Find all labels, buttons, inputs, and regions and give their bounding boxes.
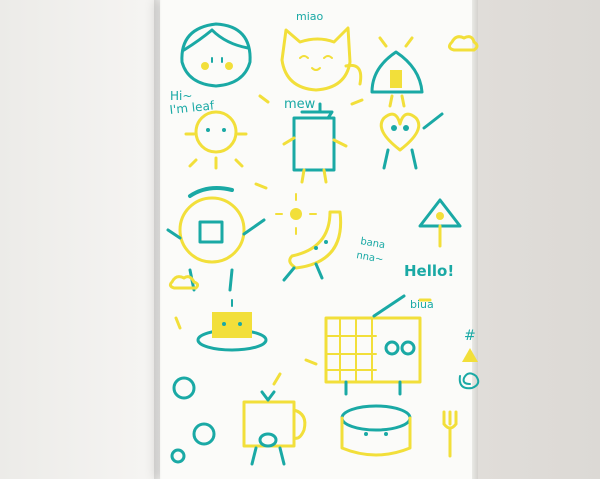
- tofu-ufo-doodle: [196, 299, 268, 352]
- small-sun-doodle: [275, 193, 317, 235]
- heart-face-doodle: [379, 112, 444, 170]
- cake-doodle: [340, 404, 412, 457]
- doodle-illustrations: miao Hi~ I'm leaf mew bana nna~ Hello! b…: [166, 10, 480, 466]
- cat-face-doodle: [280, 26, 363, 92]
- label-miao: miao: [296, 10, 324, 23]
- label-hello: Hello!: [404, 262, 454, 280]
- label-nna: nna~: [355, 250, 384, 266]
- juice-box-doodle: [282, 102, 348, 184]
- boy-with-cap-doodle: [166, 186, 266, 292]
- label-hash: #: [464, 328, 476, 344]
- banana-doodle: [282, 210, 343, 282]
- fork-doodle: [442, 410, 458, 458]
- photo-scene: miao Hi~ I'm leaf mew bana nna~ Hello! b…: [0, 0, 600, 479]
- swirl-doodle: [458, 372, 480, 390]
- yellow-triangle-doodle: [462, 348, 478, 362]
- radio-doodle: [324, 294, 422, 396]
- onigiri-doodle: [370, 36, 424, 108]
- label-mew: mew: [284, 97, 316, 112]
- label-bana: bana: [359, 236, 385, 251]
- triangle-eye-doodle: [418, 198, 462, 248]
- girl-face-doodle: [180, 22, 252, 88]
- circles-doodle: [170, 376, 216, 464]
- sun-face-doodle: [184, 110, 248, 170]
- cloud-doodle: [447, 35, 479, 52]
- cup-doodle: [242, 390, 307, 466]
- label-biua: biua: [410, 298, 434, 311]
